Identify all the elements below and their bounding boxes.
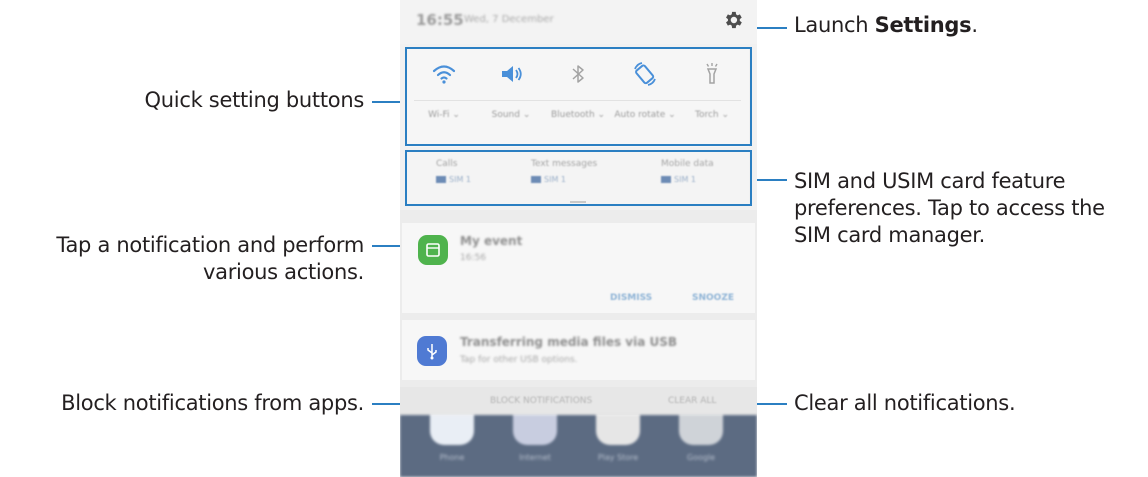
block-notifications-button[interactable]: BLOCK NOTIFICATIONS bbox=[490, 396, 592, 406]
phone-app-icon bbox=[430, 415, 474, 445]
notification-callout: Tap a notification and perform various a… bbox=[0, 232, 364, 286]
notification-bottom-bar: BLOCK NOTIFICATIONS CLEAR ALL bbox=[400, 387, 757, 415]
notification-card[interactable]: Transferring media files via USB Tap for… bbox=[402, 320, 755, 380]
block-callout: Block notifications from apps. bbox=[61, 391, 364, 415]
notification-callout-line-2: various actions. bbox=[203, 260, 364, 284]
settings-callout-prefix: Launch bbox=[794, 13, 875, 37]
settings-callout: Launch Settings. bbox=[794, 12, 978, 39]
sim-callout-line-3: SIM card manager. bbox=[794, 223, 986, 247]
sim-callout-line-2: preferences. Tap to access the bbox=[794, 196, 1105, 220]
internet-app-icon bbox=[513, 415, 557, 445]
quick-settings-callout: Quick setting buttons bbox=[144, 88, 365, 112]
status-date: Wed, 7 December bbox=[464, 14, 554, 25]
usb-icon bbox=[417, 336, 447, 366]
home-app-label: Phone bbox=[439, 453, 465, 462]
calendar-icon bbox=[418, 235, 448, 265]
settings-callout-suffix: . bbox=[971, 13, 978, 37]
dismiss-button[interactable]: DISMISS bbox=[610, 293, 652, 303]
sim-preferences-highlight-box bbox=[405, 150, 752, 206]
snooze-button[interactable]: SNOOZE bbox=[692, 293, 734, 303]
notification-title: Transferring media files via USB bbox=[460, 335, 678, 349]
notification-subtitle: 16:56 bbox=[460, 253, 486, 263]
sim-leader-line bbox=[756, 179, 787, 181]
home-app-label: Internet bbox=[519, 453, 551, 462]
sim-callout: SIM and USIM card feature preferences. T… bbox=[794, 168, 1105, 249]
sim-callout-line-1: SIM and USIM card feature bbox=[794, 169, 1066, 193]
status-time: 16:55 bbox=[416, 11, 464, 29]
notification-card[interactable]: My event 16:56 DISMISS SNOOZE bbox=[402, 223, 755, 313]
home-app-label: Play Store bbox=[597, 453, 639, 462]
quick-settings-highlight-box bbox=[405, 47, 752, 146]
google-app-icon bbox=[679, 415, 723, 445]
play-store-app-icon bbox=[596, 415, 640, 445]
notification-title: My event bbox=[460, 234, 523, 248]
notification-callout-line-1: Tap a notification and perform bbox=[56, 233, 364, 257]
clear-all-button[interactable]: CLEAR ALL bbox=[668, 396, 716, 406]
home-app-label: Google bbox=[686, 453, 716, 462]
notification-subtitle: Tap for other USB options. bbox=[460, 355, 578, 365]
home-screen-background: Phone Internet Play Store Google bbox=[400, 415, 757, 477]
notification-list: My event 16:56 DISMISS SNOOZE Transferri… bbox=[400, 210, 757, 400]
clear-callout: Clear all notifications. bbox=[794, 391, 1016, 415]
gear-icon[interactable] bbox=[722, 9, 744, 31]
status-bar: 16:55 Wed, 7 December bbox=[400, 0, 757, 44]
settings-callout-bold: Settings bbox=[874, 13, 972, 37]
